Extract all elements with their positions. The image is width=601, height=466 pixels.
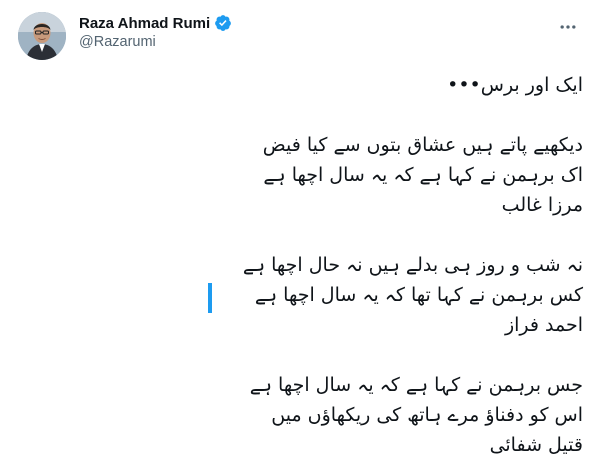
stanza-1-line-2: اک برہمن نے کہا ہے کہ یہ سال اچھا ہے bbox=[263, 164, 583, 186]
tweet-title-line: ایک اور برس••• bbox=[447, 74, 583, 96]
tweet-card: Raza Ahmad Rumi @Razarumi ایک اور برس•••… bbox=[0, 0, 601, 466]
stanza-2-line-1: نہ شب و روز ہی بدلے ہیں نہ حال اچھا ہے bbox=[242, 254, 583, 276]
author-handle[interactable]: @Razarumi bbox=[79, 34, 232, 50]
stanza-spacer bbox=[18, 220, 583, 250]
avatar-image bbox=[18, 12, 66, 60]
tweet-header: Raza Ahmad Rumi @Razarumi bbox=[18, 10, 585, 62]
stanza-2-poet: احمد فراز bbox=[504, 314, 583, 336]
stanza-1-poet: مرزا غالب bbox=[501, 194, 583, 216]
author-display-name[interactable]: Raza Ahmad Rumi bbox=[79, 15, 210, 32]
avatar[interactable] bbox=[18, 12, 66, 60]
stanza-1-line-1: دیکھیے پاتے ہیں عشاق بتوں سے کیا فیض bbox=[262, 134, 583, 156]
stanza-spacer bbox=[18, 340, 583, 370]
text-selection-cursor bbox=[208, 283, 212, 313]
stanza-3-line-1: جس برہمن نے کہا ہے کہ یہ سال اچھا ہے bbox=[249, 374, 583, 396]
stanza-spacer bbox=[18, 100, 583, 130]
stanza-3-line-2: اس کو دفناؤ مرے ہاتھ کی ریکھاؤں میں bbox=[271, 404, 583, 426]
tweet-body: ایک اور برس••• دیکھیے پاتے ہیں عشاق بتوں… bbox=[18, 70, 583, 460]
stanza-2-line-2: کس برہمن نے کہا تھا کہ یہ سال اچھا ہے bbox=[254, 284, 583, 306]
stanza-3-poet: قتیل شفائی bbox=[489, 434, 583, 456]
verified-badge-icon bbox=[214, 14, 232, 32]
author-name-row[interactable]: Raza Ahmad Rumi bbox=[79, 14, 232, 32]
author-info: Raza Ahmad Rumi @Razarumi bbox=[79, 14, 232, 50]
more-horizontal-icon[interactable] bbox=[551, 10, 585, 44]
